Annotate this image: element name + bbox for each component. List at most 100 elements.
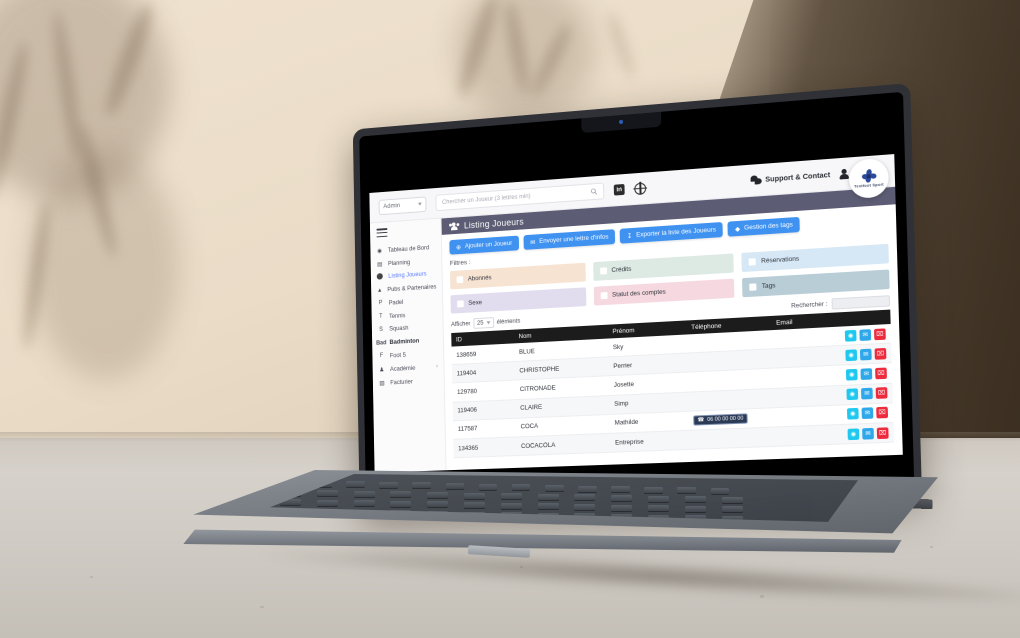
page-size-select[interactable]: 25 bbox=[473, 317, 494, 329]
keyboard-key bbox=[280, 508, 302, 515]
phone-value: 06 00 00 00 00 bbox=[707, 415, 744, 423]
keyboard-key bbox=[346, 481, 365, 488]
keyboard-key bbox=[353, 519, 375, 522]
keyboard-keys bbox=[270, 474, 858, 529]
keyboard-key bbox=[710, 488, 730, 495]
webcam-notch bbox=[581, 111, 662, 134]
view-row-button[interactable]: ◉ bbox=[846, 388, 859, 401]
page-title: Listing Joueurs bbox=[463, 216, 524, 231]
account-avatar-icon[interactable] bbox=[839, 168, 849, 180]
cell-id: 134365 bbox=[453, 436, 517, 458]
laptop-keyboard bbox=[270, 474, 858, 529]
keyboard-key bbox=[280, 499, 302, 505]
row-action-group: ◉ ✉ ⌧ bbox=[776, 327, 886, 345]
keyboard-key bbox=[677, 487, 697, 494]
gestion-des-tags-button[interactable]: ◆ Gestion des tags bbox=[727, 216, 801, 237]
keyboard-key bbox=[611, 524, 632, 530]
envelope-icon: ✉ bbox=[864, 391, 870, 398]
filter-checkbox[interactable] bbox=[748, 258, 757, 266]
filter-checkbox[interactable] bbox=[749, 283, 757, 291]
linkedin-label: in bbox=[616, 186, 623, 194]
keyboard-key bbox=[685, 525, 706, 531]
email-row-button[interactable]: ✉ bbox=[859, 328, 872, 341]
keyboard-key bbox=[390, 491, 412, 498]
download-icon: ↧ bbox=[626, 232, 633, 240]
keyboard-key bbox=[313, 480, 332, 487]
view-row-button[interactable]: ◉ bbox=[845, 349, 858, 361]
delete-row-button[interactable]: ⌧ bbox=[873, 327, 886, 340]
keyboard-key bbox=[464, 511, 486, 518]
eye-icon: ◉ bbox=[850, 431, 857, 438]
delete-row-button[interactable]: ⌧ bbox=[874, 347, 887, 360]
sidebar-item-label: Squash bbox=[389, 325, 409, 333]
view-row-button[interactable]: ◉ bbox=[847, 427, 860, 440]
keyboard-key bbox=[280, 489, 302, 496]
ajouter-un-joueur-button[interactable]: ⊕ Ajouter un Joueur bbox=[449, 235, 519, 255]
envelope-icon: ✉ bbox=[863, 351, 869, 359]
sidebar-item-label: Padel bbox=[388, 298, 404, 307]
filter-checkbox[interactable] bbox=[600, 292, 608, 300]
email-row-button[interactable]: ✉ bbox=[861, 387, 873, 400]
table-body: 138659 BLUE Sky ◉ ✉ ⌧ 119404 CHRISTOPHE Perrier ◉… bbox=[451, 323, 895, 458]
chat-bubble-icon bbox=[749, 175, 762, 185]
envelope-icon: ✉ bbox=[865, 430, 871, 437]
trash-icon: ⌧ bbox=[878, 410, 886, 417]
role-select[interactable]: Admin bbox=[378, 195, 427, 215]
row-action-group: ◉ ✉ ⌧ bbox=[779, 426, 889, 442]
envelope-icon: ✉ bbox=[864, 410, 871, 418]
chevron-down-icon bbox=[418, 202, 422, 206]
delete-row-button[interactable]: ⌧ bbox=[876, 426, 889, 439]
filter-statut-des-comptes[interactable]: Statut des comptes bbox=[593, 278, 735, 306]
email-row-button[interactable]: ✉ bbox=[861, 407, 874, 420]
filter-checkbox[interactable] bbox=[457, 300, 464, 308]
email-row-button[interactable]: ✉ bbox=[862, 427, 874, 440]
filter-abonn-s[interactable]: Abonnés bbox=[449, 262, 586, 290]
keyboard-key bbox=[316, 490, 338, 497]
table-search-input[interactable] bbox=[831, 295, 891, 310]
keyboard-key bbox=[379, 481, 398, 488]
plus-circle-icon: ⊕ bbox=[455, 243, 462, 251]
search-input[interactable]: Chercher un Joueur (3 lettres min) bbox=[435, 182, 605, 212]
panel-body: ⊕ Ajouter un Joueur ✉ Envoyer une lettre d'… bbox=[442, 204, 903, 470]
keyboard-key bbox=[316, 518, 338, 522]
sidebar-item-label: Planning bbox=[387, 258, 411, 267]
keyboard-key bbox=[574, 523, 595, 529]
view-row-button[interactable]: ◉ bbox=[845, 368, 858, 381]
keyboard-key bbox=[648, 524, 669, 530]
support-contact-button[interactable]: Support & Contact bbox=[749, 170, 830, 185]
eye-icon: ◉ bbox=[848, 372, 855, 379]
trash-icon: ⌧ bbox=[876, 331, 884, 338]
delete-row-button[interactable]: ⌧ bbox=[876, 407, 889, 419]
keyboard-key bbox=[721, 515, 743, 522]
filter-label: Tags bbox=[761, 282, 776, 291]
view-row-button[interactable]: ◉ bbox=[844, 329, 857, 342]
envoyer-une-lettre-d-infos-button[interactable]: ✉ Envoyer une lettre d'infos bbox=[523, 229, 616, 250]
letter-icon: S bbox=[379, 327, 383, 333]
delete-row-button[interactable]: ⌧ bbox=[875, 367, 887, 380]
cell-id: 117587 bbox=[452, 418, 517, 440]
keyboard-key bbox=[537, 493, 559, 500]
filter-checkbox[interactable] bbox=[456, 276, 464, 284]
delete-row-button[interactable]: ⌧ bbox=[875, 387, 888, 400]
globe-icon[interactable] bbox=[634, 181, 647, 195]
email-row-button[interactable]: ✉ bbox=[860, 368, 873, 380]
thumbs-up-icon: ▲ bbox=[376, 287, 383, 294]
filter-sexe[interactable]: Sexe bbox=[450, 287, 587, 314]
show-entries-suffix: éléments bbox=[496, 317, 521, 326]
filter-r-servations[interactable]: Réservations bbox=[741, 243, 889, 273]
exporter-la-liste-des-joueurs-button[interactable]: ↧ Exporter la liste des Joueurs bbox=[619, 221, 724, 244]
view-row-button[interactable]: ◉ bbox=[846, 408, 859, 420]
filter-cr-dits[interactable]: Crédits bbox=[592, 253, 735, 281]
sidebar-item-facturier[interactable]: ▧ Facturier bbox=[373, 373, 444, 390]
keyboard-key bbox=[611, 514, 633, 521]
keyboard-key bbox=[721, 506, 743, 513]
linkedin-icon[interactable]: in bbox=[613, 183, 625, 196]
keyboard-key bbox=[464, 492, 486, 499]
filter-checkbox[interactable] bbox=[599, 267, 607, 275]
keyboard-key bbox=[280, 518, 302, 522]
email-row-button[interactable]: ✉ bbox=[859, 348, 872, 361]
filter-label: Statut des comptes bbox=[611, 288, 666, 299]
letter-icon: T bbox=[379, 313, 383, 320]
filter-tags[interactable]: Tags bbox=[742, 269, 890, 298]
phone-badge[interactable]: ☎ 06 00 00 00 00 bbox=[693, 413, 748, 426]
